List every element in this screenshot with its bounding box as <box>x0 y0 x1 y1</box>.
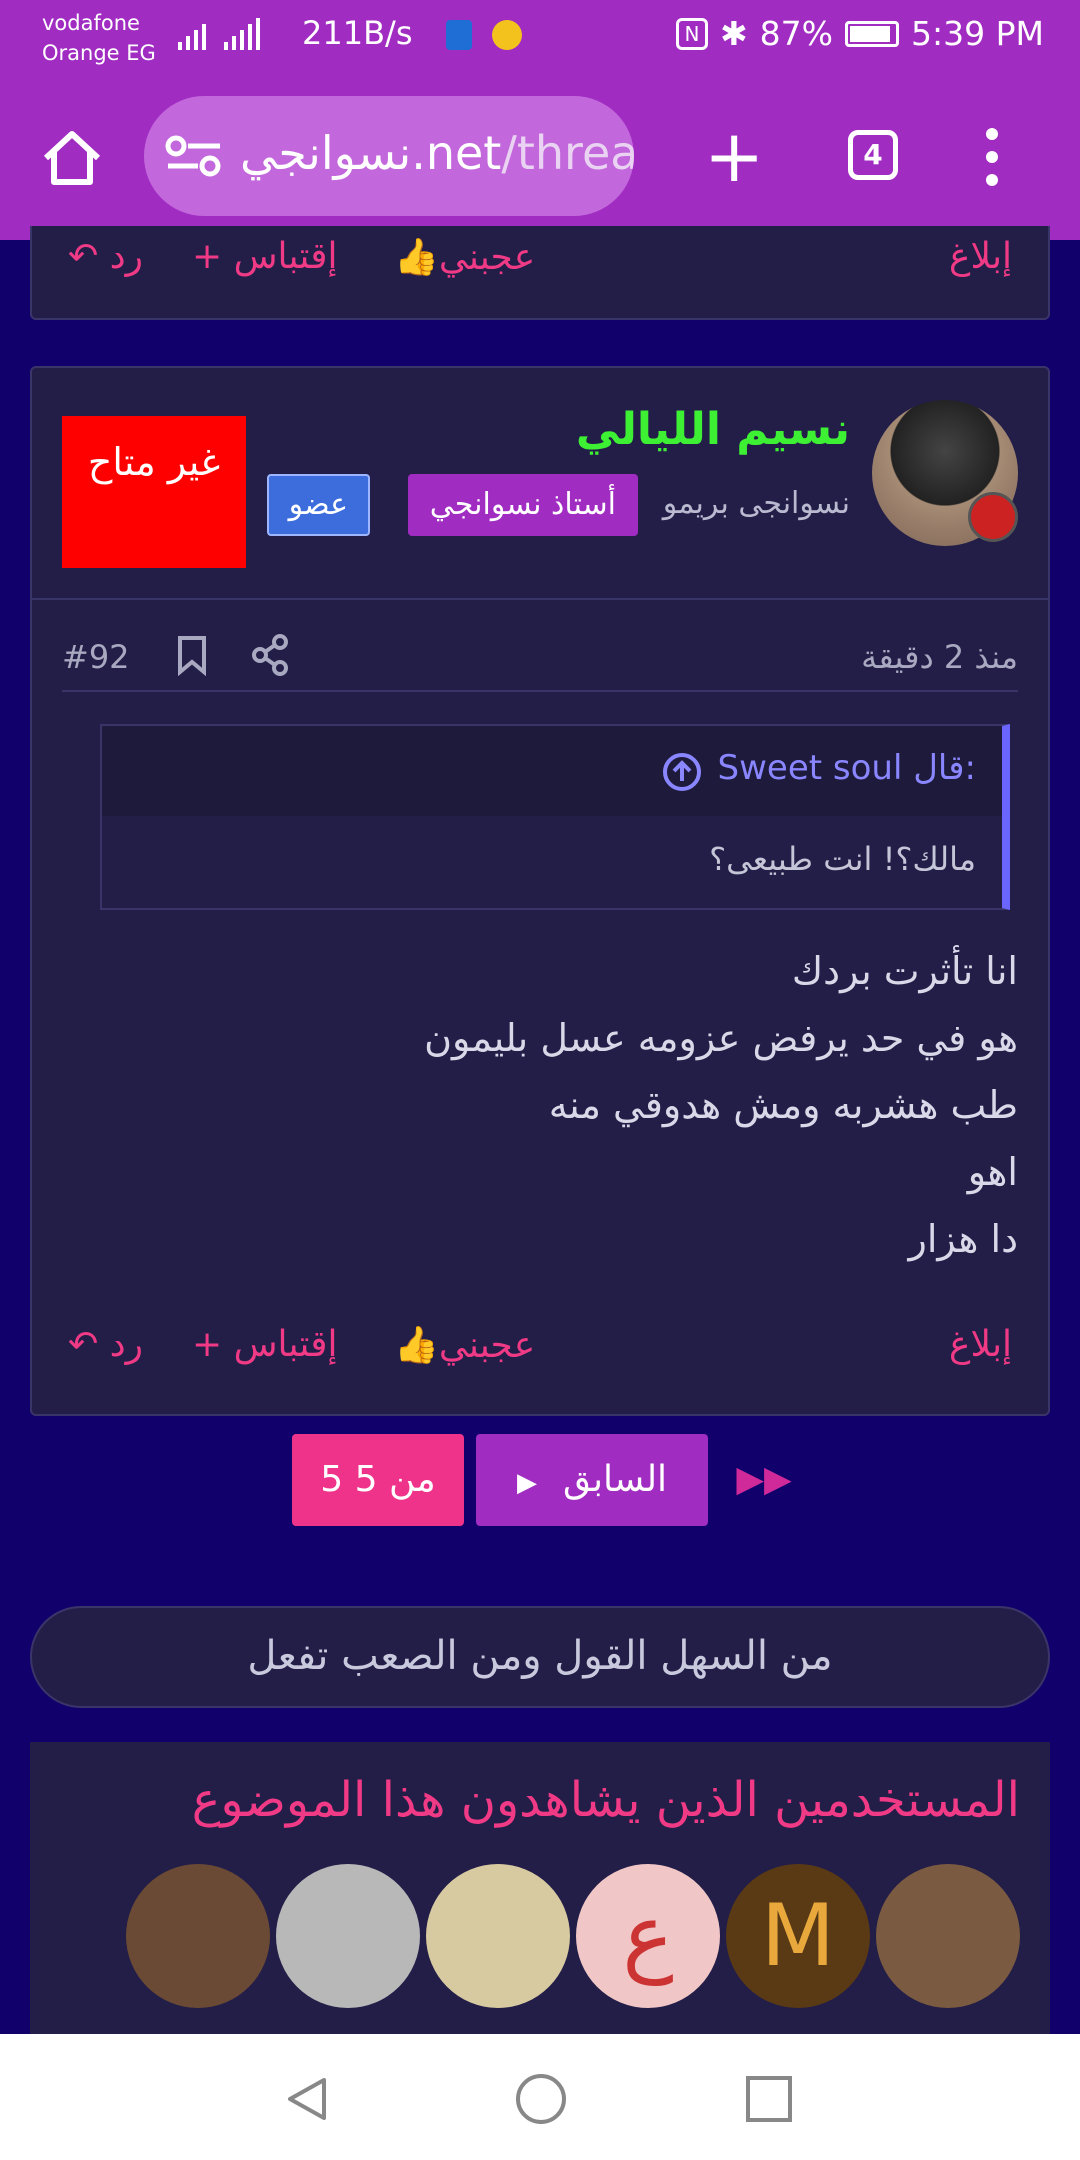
download-icon <box>492 20 522 50</box>
quote-label: إقتباس <box>233 236 338 277</box>
battery-icon <box>845 20 900 47</box>
last-page-button[interactable]: ▶▶ <box>734 1434 794 1526</box>
previous-post-footer: إبلاغ 👍عجبني + إقتباس ↶ رد <box>30 226 1050 320</box>
post-number[interactable]: #92 <box>62 638 130 676</box>
post-header: نسيم الليالي نسوانجى بريمو أستاذ نسوانجي… <box>32 368 1048 598</box>
url-field[interactable]: نسوانجي.net/threa <box>144 96 634 216</box>
url-path: /threa <box>501 126 634 180</box>
battery-percent: 87% <box>759 14 834 53</box>
like-label: عجبني <box>438 1325 536 1366</box>
like-icon: 👍 <box>394 237 439 278</box>
viewer-avatar[interactable] <box>276 1864 420 2008</box>
browser-toolbar: نسوانجي.net/threa + 4 <box>0 76 1080 240</box>
carrier-info: vodafone Orange EG <box>42 8 156 68</box>
share-icon[interactable] <box>250 634 290 676</box>
site-settings-icon[interactable] <box>164 134 224 178</box>
url-text: نسوانجي.net/threa <box>240 126 634 180</box>
fast-forward-icon: ▶▶ <box>736 1459 792 1500</box>
home-nav-icon[interactable] <box>514 2072 568 2126</box>
reply-icon: ↶ <box>68 1324 110 1365</box>
quote-button[interactable]: + إقتباس <box>192 1324 337 1365</box>
user-title-badge: أستاذ نسوانجي <box>407 474 638 536</box>
nfc-icon: N <box>676 17 709 50</box>
post-body: انا تأثرت بردك هو في حد يرفض عزومه عسل ب… <box>424 938 1018 1273</box>
plus-icon: + <box>192 1324 234 1365</box>
username[interactable]: نسيم الليالي <box>576 404 850 455</box>
like-button[interactable]: 👍عجبني <box>394 1324 535 1366</box>
system-nav-bar <box>0 2034 1080 2160</box>
viewer-avatar[interactable]: M <box>726 1864 870 2008</box>
viewer-avatar[interactable]: ع <box>576 1864 720 2008</box>
site-motto: من السهل القول ومن الصعب تفعل <box>30 1606 1050 1708</box>
avatar[interactable] <box>872 400 1018 546</box>
network-speed: 211B/s <box>302 14 413 52</box>
previous-page-button[interactable]: ▶ السابق <box>476 1434 708 1526</box>
more-menu-icon[interactable] <box>986 128 1000 188</box>
clock: 5:39 PM <box>911 14 1044 53</box>
previous-label: السابق <box>562 1459 668 1500</box>
carrier-line1: vodafone <box>42 11 140 35</box>
meta-divider <box>62 690 1018 692</box>
shield-icon <box>446 20 472 50</box>
viewers-panel: المستخدمين الذين يشاهدون هذا الموضوع M ع <box>30 1742 1050 2042</box>
plus-icon: + <box>192 236 234 277</box>
like-label: عجبني <box>438 237 536 278</box>
header-divider <box>32 598 1048 600</box>
carrier-line2: Orange EG <box>42 41 156 65</box>
status-right: N ✱ 87% 5:39 PM <box>676 14 1044 53</box>
recents-icon[interactable] <box>744 2074 794 2124</box>
tab-switcher-button[interactable]: 4 <box>848 130 898 180</box>
bluetooth-icon: ✱ <box>720 14 748 53</box>
quote-author[interactable]: Sweet soul قال: <box>718 748 976 788</box>
post-line: اهو <box>967 1150 1018 1194</box>
quote-button[interactable]: + إقتباس <box>192 236 337 277</box>
quote-text: مالك؟! انت طبيعى؟ <box>709 840 976 878</box>
back-icon[interactable] <box>282 2074 332 2124</box>
home-icon[interactable] <box>40 128 104 188</box>
user-rank: نسوانجى بريمو <box>662 486 850 521</box>
unavailable-badge: غير متاح <box>62 416 246 568</box>
status-bar: vodafone Orange EG 211B/s N ✱ 87% 5:39 P… <box>0 0 1080 76</box>
viewer-avatar[interactable] <box>126 1864 270 2008</box>
post-time[interactable]: منذ 2 دقيقة <box>861 638 1018 676</box>
report-link[interactable]: إبلاغ <box>949 1324 1012 1365</box>
quote-block: Sweet soul قال: مالك؟! انت طبيعى؟ <box>100 724 1010 910</box>
post-card: نسيم الليالي نسوانجى بريمو أستاذ نسوانجي… <box>30 366 1050 1416</box>
url-domain: نسوانجي.net <box>240 126 502 180</box>
reply-label: رد <box>109 236 144 277</box>
post-line: انا تأثرت بردك <box>791 949 1018 993</box>
reply-label: رد <box>109 1324 144 1365</box>
member-badge: عضو <box>266 474 370 536</box>
like-icon: 👍 <box>394 1325 439 1366</box>
post-line: طب هشربه ومش هدوقي منه <box>548 1083 1018 1127</box>
caret-right-icon: ▶ <box>516 1468 537 1498</box>
post-line: هو في حد يرفض عزومه عسل بليمون <box>424 1016 1018 1060</box>
reply-button[interactable]: ↶ رد <box>68 1324 143 1365</box>
reply-button[interactable]: ↶ رد <box>68 236 143 277</box>
quote-label: إقتباس <box>233 1324 338 1365</box>
arrow-up-circle-icon[interactable] <box>662 752 702 792</box>
viewers-title: المستخدمين الذين يشاهدون هذا الموضوع <box>191 1772 1020 1828</box>
quote-author-label: Sweet soul قال: <box>717 748 976 788</box>
user-status-icon <box>968 492 1018 542</box>
page-info: 5 من 5 <box>292 1434 464 1526</box>
reply-icon: ↶ <box>68 236 110 277</box>
viewer-avatar[interactable] <box>426 1864 570 2008</box>
new-tab-button[interactable]: + <box>704 120 764 192</box>
viewer-avatar[interactable] <box>876 1864 1020 2008</box>
signal-icon <box>178 18 260 50</box>
report-link[interactable]: إبلاغ <box>949 236 1012 277</box>
post-line: دا هزار <box>908 1217 1018 1261</box>
like-button[interactable]: 👍عجبني <box>394 236 535 278</box>
bookmark-icon[interactable] <box>174 634 210 676</box>
